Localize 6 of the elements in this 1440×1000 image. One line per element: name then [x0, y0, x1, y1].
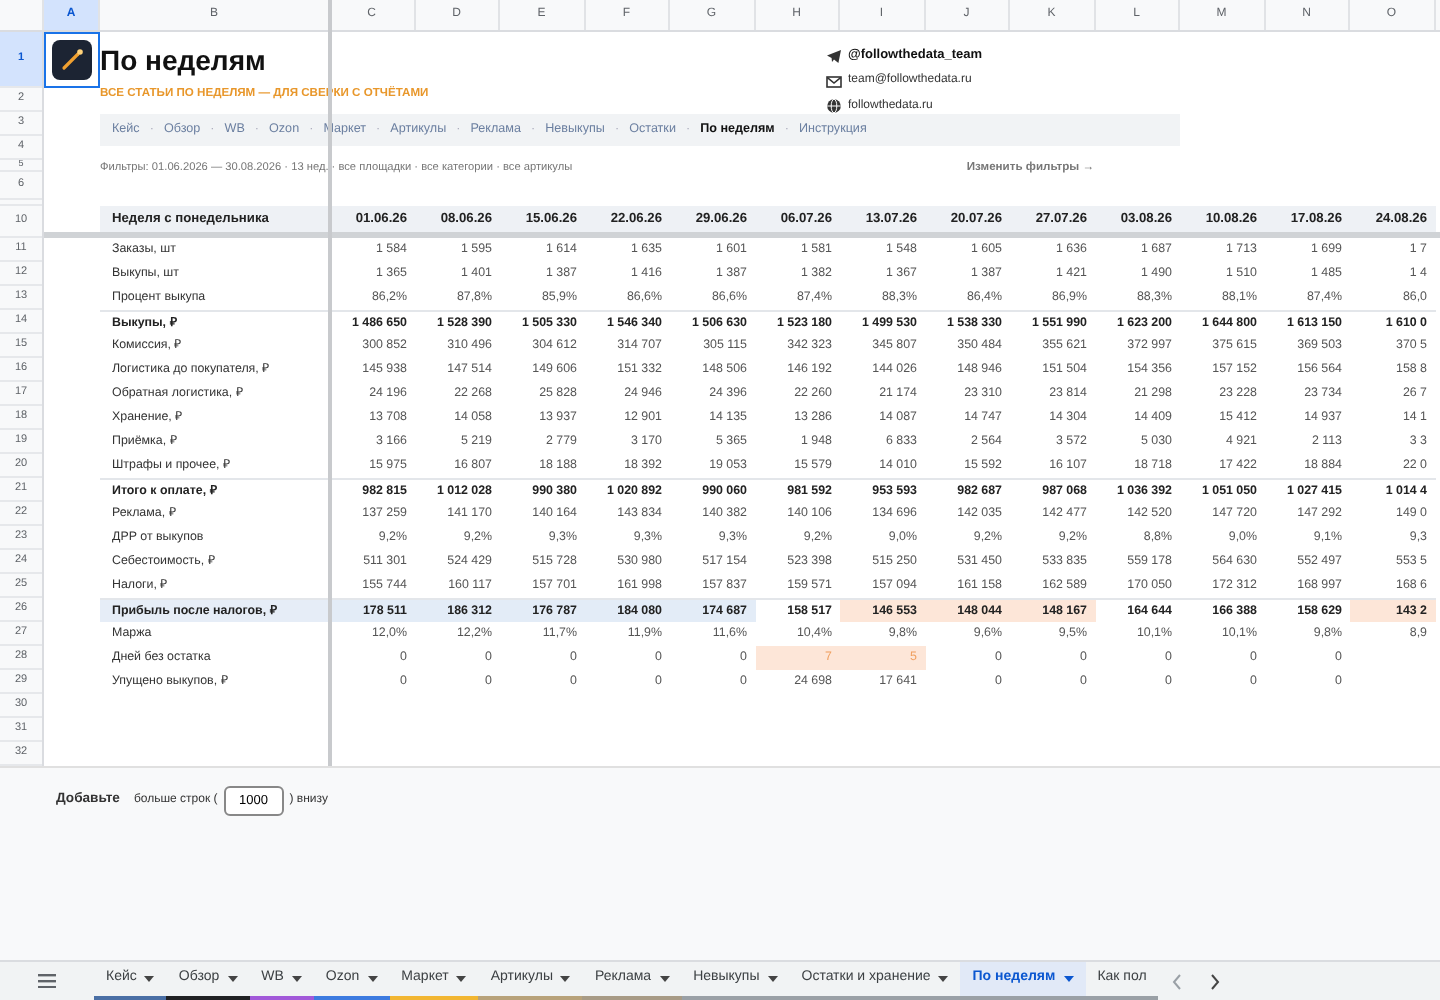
mail-icon — [826, 73, 842, 90]
paper-plane-icon — [826, 48, 842, 65]
page-title: По неделям — [100, 41, 266, 80]
chevron-right-icon[interactable] — [1210, 973, 1221, 989]
menu-icon[interactable] — [38, 973, 56, 989]
globe-icon — [826, 98, 842, 115]
